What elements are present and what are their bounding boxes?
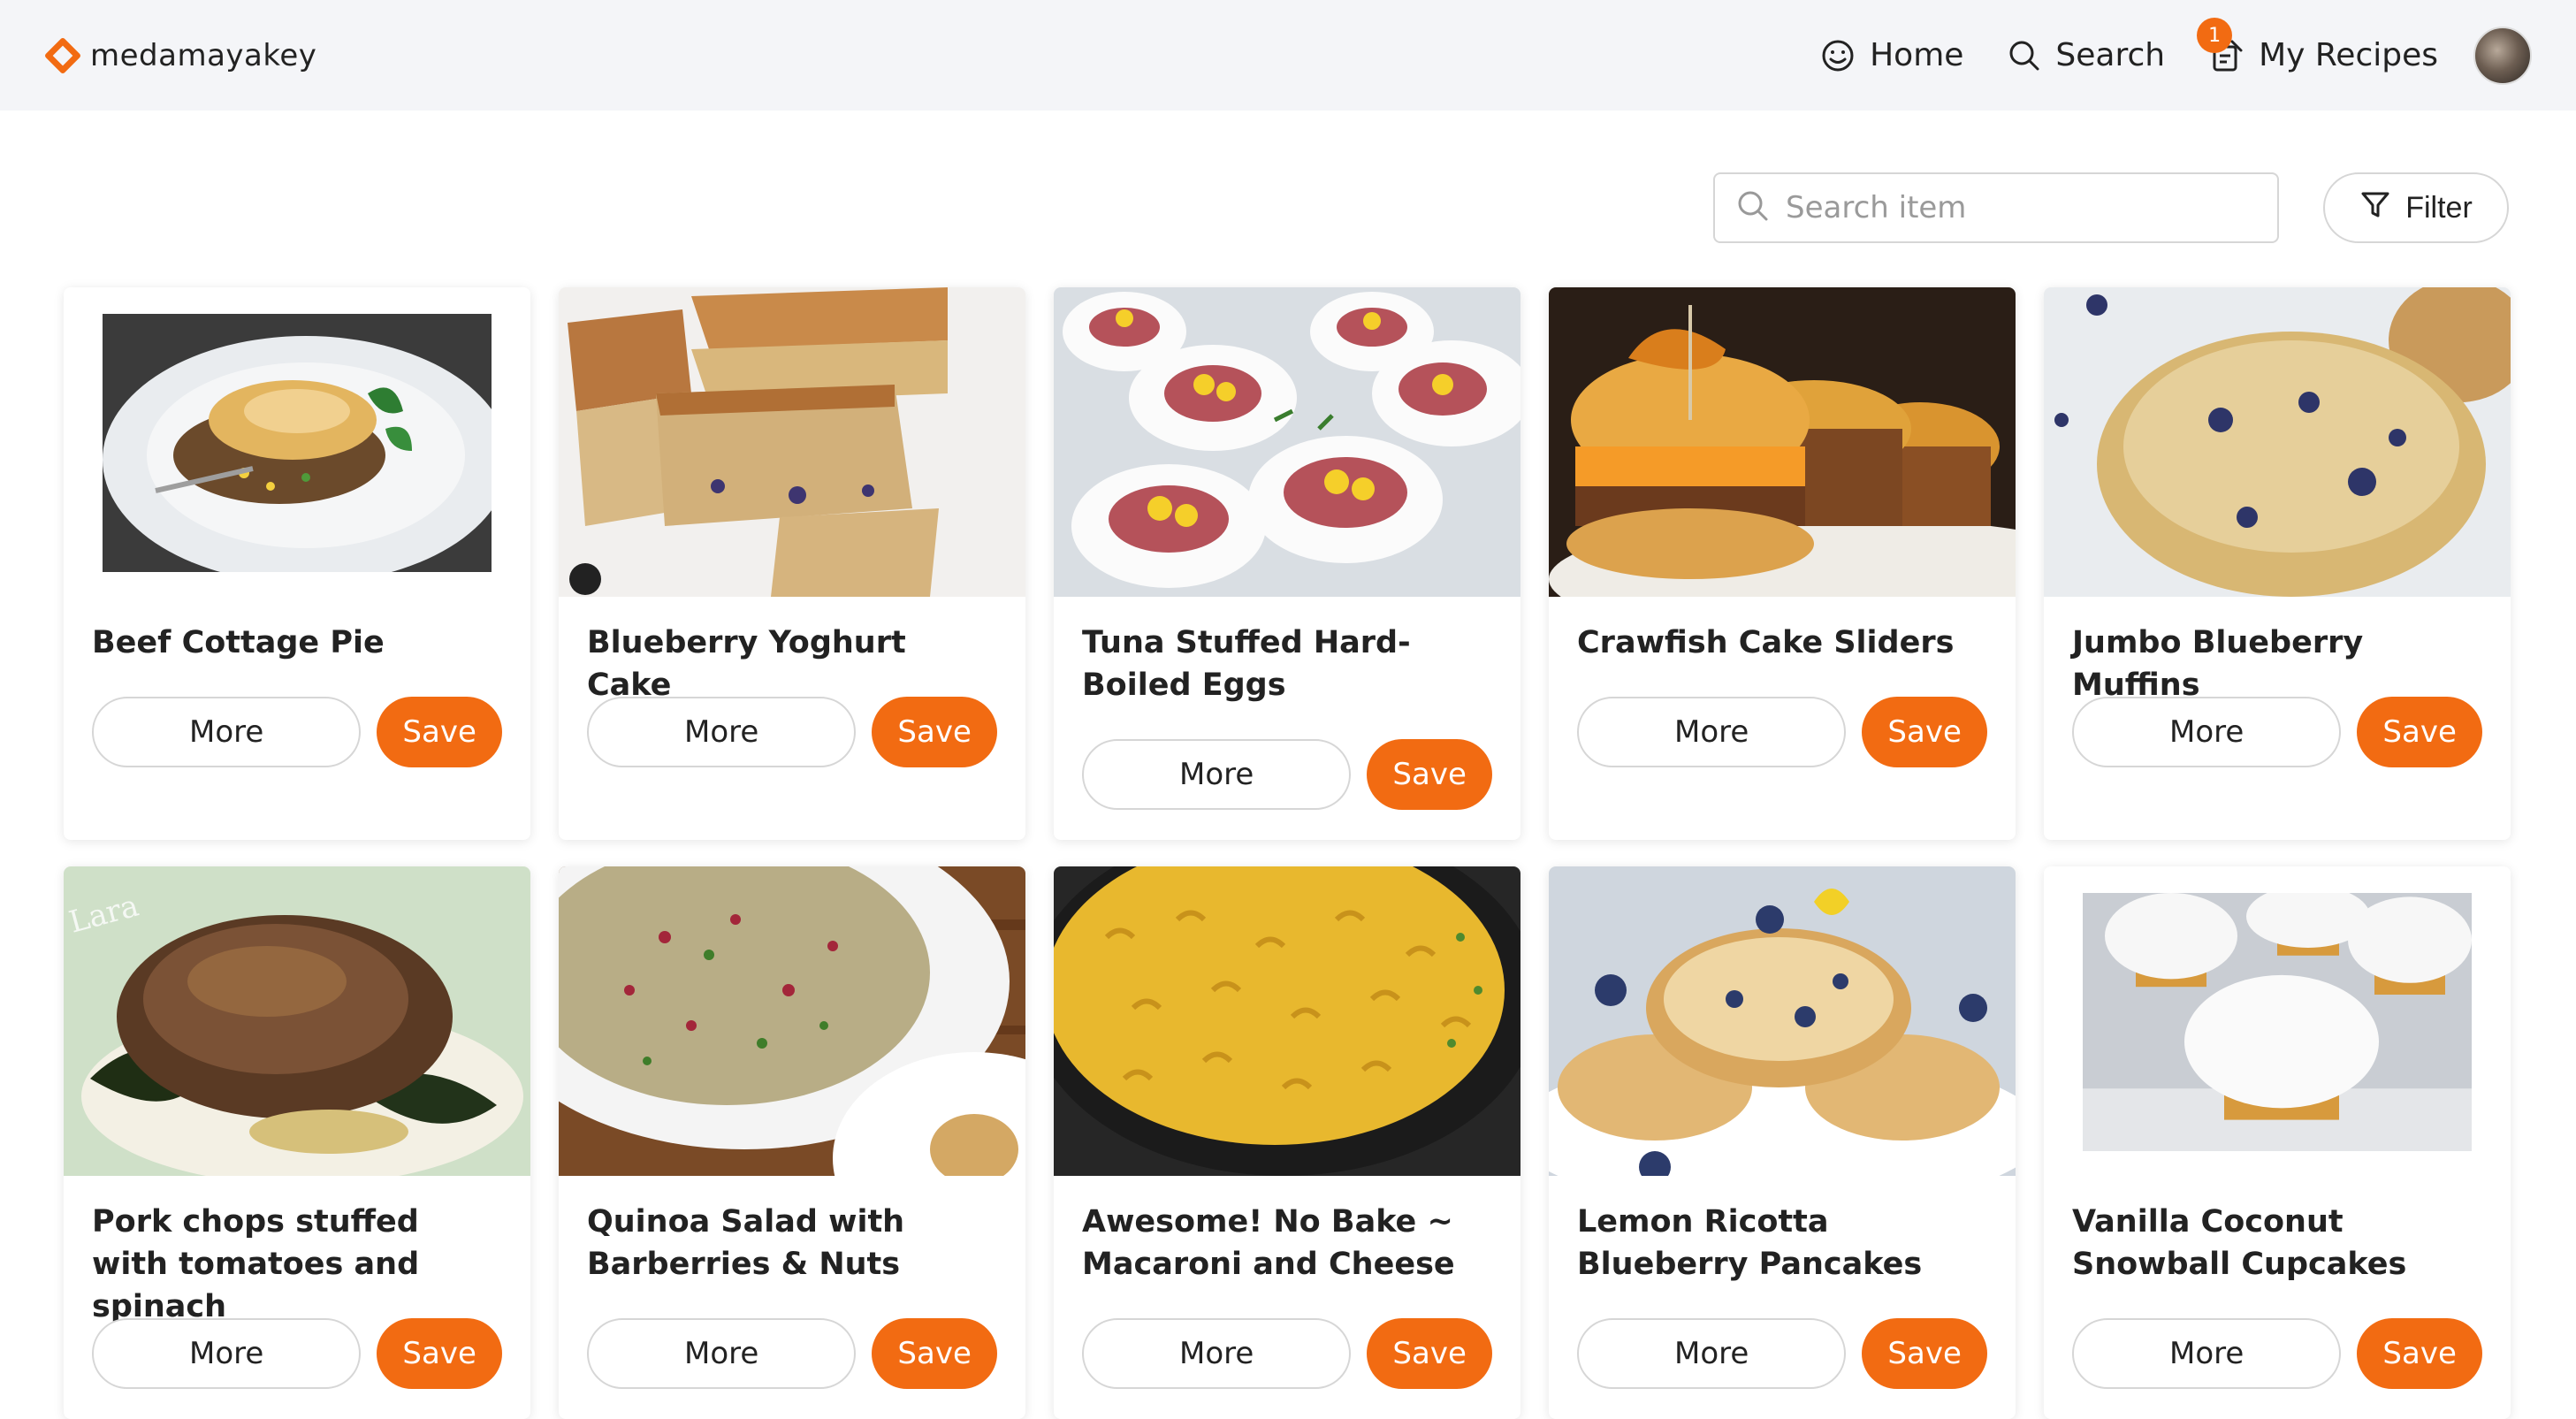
nav-search-label: Search — [2055, 37, 2166, 73]
recipe-title: Awesome! No Bake ~ Macaroni and Cheese — [1082, 1204, 1455, 1282]
recipe-actions: More Save — [1577, 1318, 1987, 1389]
user-avatar[interactable] — [2473, 26, 2532, 85]
save-button[interactable]: Save — [377, 697, 502, 767]
recipe-actions: More Save — [92, 697, 502, 767]
save-button[interactable]: Save — [1367, 739, 1492, 810]
more-button[interactable]: More — [1577, 1318, 1847, 1389]
muffin-image — [2044, 287, 2511, 597]
more-button[interactable]: More — [92, 1318, 362, 1389]
recipe-actions: More Save — [587, 697, 997, 767]
more-button[interactable]: More — [587, 697, 857, 767]
recipe-image[interactable] — [1549, 287, 2016, 597]
recipe-image[interactable] — [559, 287, 1025, 597]
my-recipes-badge: 1 — [2197, 18, 2233, 53]
more-button[interactable]: More — [1082, 739, 1352, 810]
more-button[interactable]: More — [92, 697, 362, 767]
pork-chops-image: Lara — [64, 866, 530, 1176]
stuffed-eggs-image — [1054, 287, 1520, 597]
more-button[interactable]: More — [1082, 1318, 1352, 1389]
recipe-actions: More Save — [2072, 1318, 2482, 1389]
recipe-card: Vanilla Coconut Snowball Cupcakes More S… — [2044, 866, 2511, 1419]
recipe-card: Blueberry Yoghurt Cake More Save — [559, 287, 1025, 840]
more-button[interactable]: More — [1577, 697, 1847, 767]
cupcakes-image — [2083, 885, 2472, 1151]
sliders-image — [1549, 287, 2016, 597]
recipe-actions: More Save — [587, 1318, 997, 1389]
save-button[interactable]: Save — [1862, 697, 1987, 767]
save-button[interactable]: Save — [2357, 697, 2482, 767]
recipe-card: Quinoa Salad with Barberries & Nuts More… — [559, 866, 1025, 1419]
recipe-image[interactable] — [2044, 866, 2511, 1176]
recipe-title: Vanilla Coconut Snowball Cupcakes — [2072, 1204, 2407, 1282]
save-button[interactable]: Save — [2357, 1318, 2482, 1389]
search-icon — [2008, 39, 2041, 72]
filter-button[interactable]: Filter — [2323, 172, 2509, 243]
nav-my-recipes[interactable]: 1 My Recipes — [2197, 18, 2438, 73]
top-navbar: medamayakey Home Search 1 My Recipes — [0, 0, 2576, 111]
recipe-image[interactable] — [559, 866, 1025, 1176]
recipe-card: Beef Cottage Pie More Save — [64, 287, 530, 840]
recipe-toolbar: Filter — [1713, 172, 2509, 243]
recipe-actions: More Save — [1082, 739, 1492, 810]
filter-label: Filter — [2405, 190, 2473, 225]
mac-and-cheese-image — [1054, 866, 1520, 1176]
brand-name: medamayakey — [90, 37, 317, 73]
recipe-grid: Beef Cottage Pie More Save Blueberry Yog… — [64, 287, 2511, 1419]
nav-search[interactable]: Search — [2008, 37, 2165, 73]
nav-home[interactable]: Home — [1820, 37, 1963, 73]
filter-funnel-icon — [2359, 188, 2391, 228]
recipe-card: Jumbo Blueberry Muffins More Save — [2044, 287, 2511, 840]
recipe-image[interactable] — [1549, 866, 2016, 1176]
save-button[interactable]: Save — [1862, 1318, 1987, 1389]
recipe-actions: More Save — [92, 1318, 502, 1389]
recipe-image[interactable] — [2044, 287, 2511, 597]
search-item-box[interactable] — [1713, 172, 2279, 243]
recipe-card: Crawfish Cake Sliders More Save — [1549, 287, 2016, 840]
more-button[interactable]: More — [587, 1318, 857, 1389]
recipe-card: Lara Pork chops stuffed with tomatoes an… — [64, 866, 530, 1419]
recipe-image[interactable] — [64, 287, 530, 597]
main-nav: Home Search 1 My Recipes — [1820, 18, 2532, 85]
brand-logo[interactable]: medamayakey — [43, 36, 317, 74]
smile-icon — [1820, 38, 1856, 73]
cottage-pie-image — [103, 314, 509, 584]
yoghurt-cake-image — [559, 287, 1025, 597]
recipe-title: Quinoa Salad with Barberries & Nuts — [587, 1204, 905, 1282]
pancakes-image — [1549, 866, 2016, 1176]
quinoa-salad-image — [559, 866, 1025, 1176]
save-button[interactable]: Save — [872, 697, 997, 767]
recipe-image[interactable] — [1054, 866, 1520, 1176]
brand-diamond-icon — [43, 36, 82, 74]
nav-my-recipes-label: My Recipes — [2259, 37, 2438, 73]
recipe-card: Tuna Stuffed Hard-Boiled Eggs More Save — [1054, 287, 1520, 840]
recipe-actions: More Save — [1577, 697, 1987, 767]
save-button[interactable]: Save — [872, 1318, 997, 1389]
recipe-title: Pork chops stuffed with tomatoes and spi… — [92, 1204, 420, 1324]
nav-home-label: Home — [1870, 37, 1964, 73]
search-item-input[interactable] — [1786, 190, 2256, 225]
recipe-card: Awesome! No Bake ~ Macaroni and Cheese M… — [1054, 866, 1520, 1419]
save-button[interactable]: Save — [377, 1318, 502, 1389]
recipe-card: Lemon Ricotta Blueberry Pancakes More Sa… — [1549, 866, 2016, 1419]
save-button[interactable]: Save — [1367, 1318, 1492, 1389]
search-icon — [1736, 189, 1770, 226]
more-button[interactable]: More — [2072, 1318, 2342, 1389]
recipe-title: Tuna Stuffed Hard-Boiled Eggs — [1082, 625, 1411, 703]
recipe-image[interactable]: Lara — [64, 866, 530, 1176]
recipe-actions: More Save — [1082, 1318, 1492, 1389]
recipe-actions: More Save — [2072, 697, 2482, 767]
recipe-title: Lemon Ricotta Blueberry Pancakes — [1577, 1204, 1923, 1282]
more-button[interactable]: More — [2072, 697, 2342, 767]
recipe-image[interactable] — [1054, 287, 1520, 597]
